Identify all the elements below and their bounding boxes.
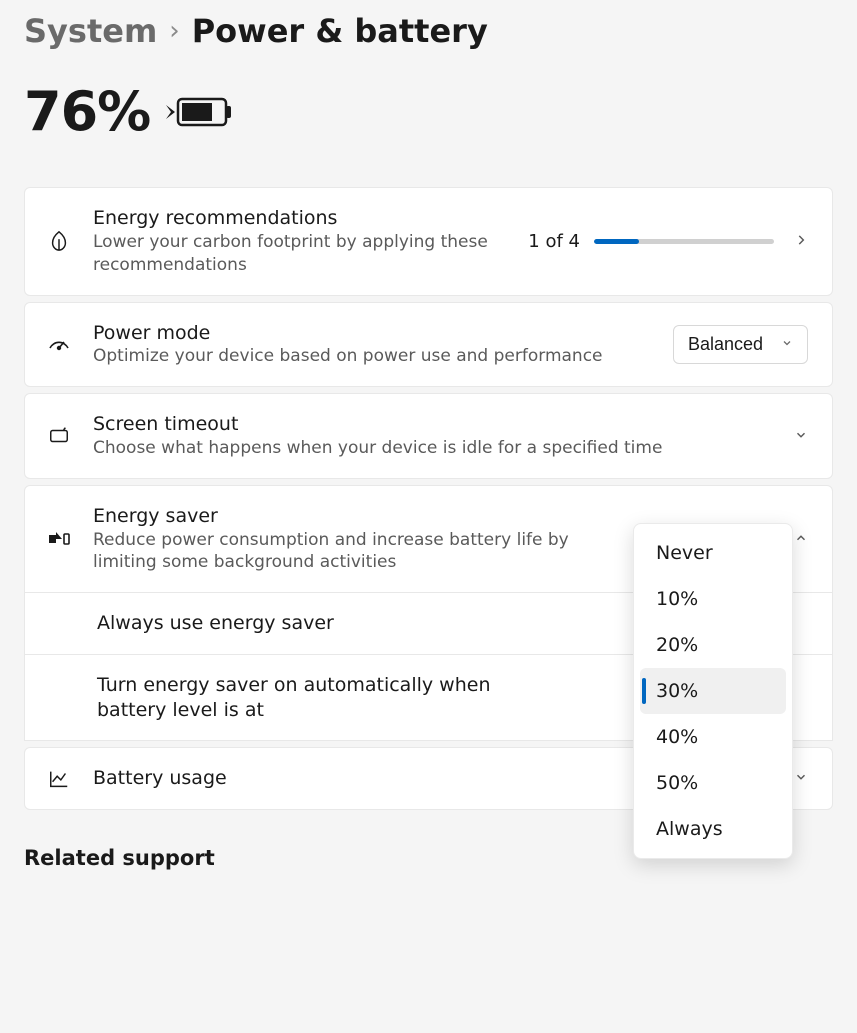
dropdown-option[interactable]: 10% <box>640 576 786 622</box>
dropdown-option[interactable]: 50% <box>640 760 786 806</box>
dropdown-option[interactable]: Never <box>640 530 786 576</box>
screen-timeout-title: Screen timeout <box>93 412 774 437</box>
breadcrumb: System › Power & battery <box>24 12 833 50</box>
chevron-down-icon <box>794 427 808 446</box>
auto-energy-saver-label: Turn energy saver on automatically when … <box>97 673 537 722</box>
energy-recommendations-title: Energy recommendations <box>93 206 508 231</box>
power-mode-selected-label: Balanced <box>688 334 763 355</box>
dropdown-option[interactable]: Always <box>640 806 786 852</box>
power-mode-select[interactable]: Balanced <box>673 325 808 364</box>
gauge-icon <box>45 332 73 356</box>
chevron-up-icon <box>794 530 808 549</box>
battery-status: 76% <box>24 80 833 143</box>
energy-saver-group: Energy saver Reduce power consumption an… <box>24 485 833 742</box>
energy-saver-title: Energy saver <box>93 504 583 529</box>
energy-saver-threshold-dropdown[interactable]: Never10%20%30%40%50%Always <box>633 523 793 859</box>
energy-saver-desc: Reduce power consumption and increase ba… <box>93 529 583 575</box>
screen-timeout-row[interactable]: Screen timeout Choose what happens when … <box>24 393 833 479</box>
dropdown-option[interactable]: 20% <box>640 622 786 668</box>
breadcrumb-separator: › <box>169 16 179 46</box>
energy-recommendations-progress-bar <box>594 239 774 244</box>
battery-percent: 76% <box>24 80 150 143</box>
dropdown-option[interactable]: 30% <box>640 668 786 714</box>
energy-recommendations-progress-text: 1 of 4 <box>528 231 580 252</box>
breadcrumb-parent[interactable]: System <box>24 12 157 50</box>
chevron-down-icon <box>794 769 808 788</box>
charging-battery-icon <box>164 91 236 133</box>
breadcrumb-current: Power & battery <box>192 12 488 50</box>
energy-saver-icon <box>45 529 73 549</box>
power-mode-desc: Optimize your device based on power use … <box>93 345 653 368</box>
energy-recommendations-row[interactable]: Energy recommendations Lower your carbon… <box>24 187 833 296</box>
power-mode-title: Power mode <box>93 321 653 346</box>
screen-icon <box>45 425 73 447</box>
leaf-icon <box>45 230 73 252</box>
energy-recommendations-desc: Lower your carbon footprint by applying … <box>93 231 508 277</box>
chevron-right-icon <box>794 232 808 251</box>
power-mode-row: Power mode Optimize your device based on… <box>24 302 833 388</box>
chevron-down-icon <box>781 337 793 352</box>
chart-icon <box>45 768 73 790</box>
screen-timeout-desc: Choose what happens when your device is … <box>93 437 774 460</box>
dropdown-option[interactable]: 40% <box>640 714 786 760</box>
